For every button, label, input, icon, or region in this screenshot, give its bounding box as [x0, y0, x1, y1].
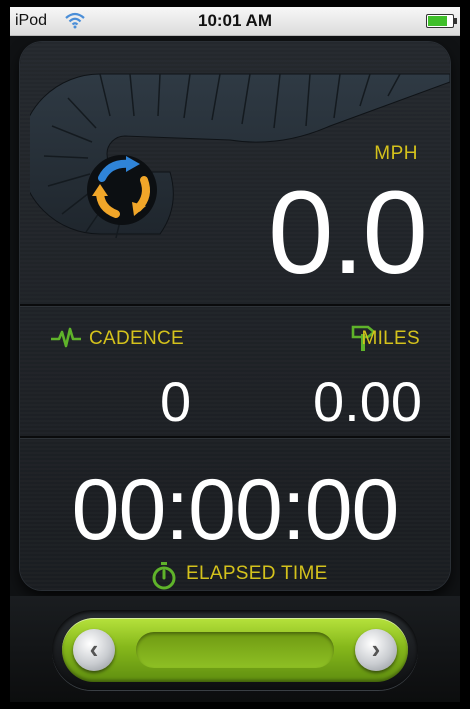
status-time: 10:01 AM: [197, 11, 272, 30]
start-slider[interactable]: ‹ ›: [62, 618, 408, 682]
cadence-label: CADENCE: [89, 328, 185, 349]
section-divider: [20, 304, 450, 307]
miles-value: 0.00: [313, 370, 422, 433]
miles-label: MILES: [361, 328, 420, 349]
slide-left-button[interactable]: ‹: [73, 629, 115, 671]
battery-icon: [426, 14, 457, 28]
elapsed-time-value: 00:00:00: [71, 462, 400, 558]
slider-track: ‹ ›: [52, 610, 418, 690]
slide-right-button[interactable]: ›: [355, 629, 397, 671]
status-bar: iPod 10:01 AM: [10, 7, 460, 36]
section-divider: [20, 436, 450, 439]
chevron-right-icon: ›: [371, 634, 381, 664]
device-frame: iPod 10:01 AM MPH 0.0 CADENCE MILES 0 0.…: [10, 7, 460, 702]
elapsed-time-label: ELAPSED TIME: [186, 563, 328, 584]
cadence-value: 0: [160, 370, 192, 433]
slider-groove: [136, 632, 334, 668]
chevron-left-icon: ‹: [89, 634, 99, 664]
app-screen: MPH 0.0 CADENCE MILES 0 0.00 00:00:00 EL…: [10, 36, 460, 702]
speed-unit-label: MPH: [374, 143, 418, 164]
pulse-icon: [51, 327, 81, 348]
control-area: ‹ ›: [10, 596, 460, 702]
speed-value: 0.0: [267, 167, 428, 299]
stopwatch-icon: [152, 562, 176, 590]
dashboard-panel: MPH 0.0 CADENCE MILES 0 0.00 00:00:00 EL…: [20, 42, 450, 590]
